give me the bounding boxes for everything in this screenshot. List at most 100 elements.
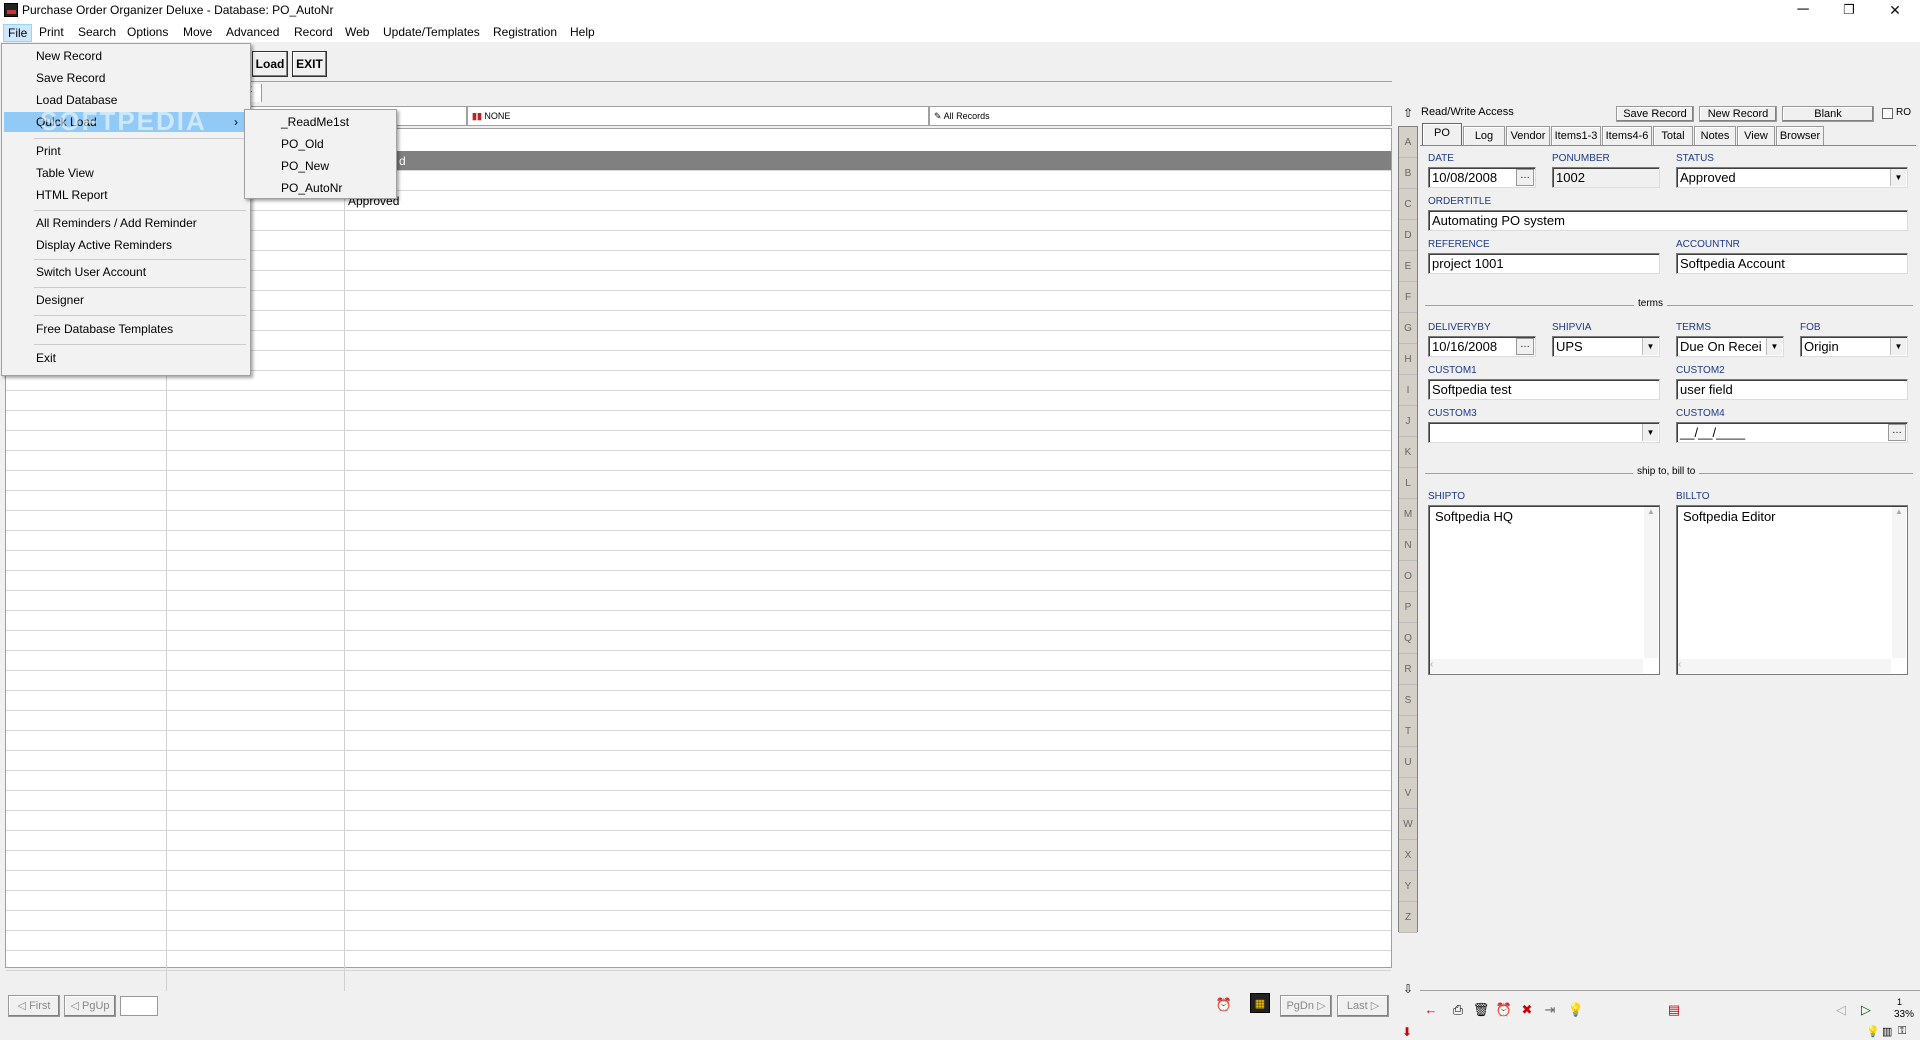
restore-button[interactable]: ❐: [1826, 0, 1872, 22]
trash-icon[interactable]: 🗑: [1471, 1000, 1491, 1020]
vertical-scrollbar[interactable]: ▲: [1892, 507, 1906, 658]
table-row[interactable]: [6, 691, 1391, 711]
menu-display-reminders[interactable]: Display Active Reminders: [4, 235, 248, 255]
shipvia-select[interactable]: UPS ▼: [1552, 336, 1660, 357]
grid-header-records[interactable]: ✎ All Records: [929, 106, 1392, 126]
custom2-field[interactable]: user field: [1676, 379, 1908, 400]
menu-print[interactable]: Print: [4, 141, 248, 161]
alpha-index-h[interactable]: H: [1399, 344, 1417, 375]
tab-notes[interactable]: Notes: [1694, 126, 1736, 146]
scroll-down-icon[interactable]: ⇩: [1399, 982, 1417, 1000]
menu-new-record[interactable]: New Record: [4, 46, 248, 66]
alpha-index-a[interactable]: A: [1399, 127, 1417, 158]
alpha-index-z[interactable]: Z: [1399, 902, 1417, 933]
menu-record[interactable]: Record: [290, 24, 337, 42]
alpha-index-t[interactable]: T: [1399, 716, 1417, 747]
record-number-input[interactable]: [120, 996, 158, 1016]
grid-header-filter[interactable]: ▮▮ NONE: [467, 106, 929, 126]
chevron-down-icon[interactable]: ▼: [1642, 424, 1658, 441]
table-row[interactable]: [6, 731, 1391, 751]
horizontal-scrollbar[interactable]: ‹: [1678, 659, 1891, 673]
table-row[interactable]: [6, 471, 1391, 491]
new-record-button[interactable]: New Record: [1699, 106, 1777, 122]
date-field[interactable]: 10/08/2008 …: [1428, 167, 1536, 188]
menu-designer[interactable]: Designer: [4, 290, 248, 310]
scroll-up-icon[interactable]: ⇧: [1399, 106, 1417, 124]
table-row[interactable]: [6, 391, 1391, 411]
tab-view[interactable]: View: [1737, 126, 1775, 146]
close-button[interactable]: ✕: [1872, 0, 1918, 22]
table-row[interactable]: [6, 771, 1391, 791]
ponumber-field[interactable]: 1002: [1552, 167, 1660, 188]
custom3-select[interactable]: ▼: [1428, 422, 1660, 443]
alpha-index-k[interactable]: K: [1399, 437, 1417, 468]
alpha-index-f[interactable]: F: [1399, 282, 1417, 313]
table-row[interactable]: [6, 871, 1391, 891]
alpha-index-e[interactable]: E: [1399, 251, 1417, 282]
table-row[interactable]: [6, 591, 1391, 611]
menu-table-view[interactable]: Table View: [4, 163, 248, 183]
table-row[interactable]: [6, 631, 1391, 651]
exit-button[interactable]: EXIT: [292, 51, 327, 77]
billto-textarea[interactable]: Softpedia Editor ▲ ‹: [1676, 505, 1908, 675]
back-arrow-icon[interactable]: ←: [1421, 1000, 1441, 1020]
custom4-field[interactable]: __/__/____ …: [1676, 422, 1908, 443]
table-row[interactable]: [6, 671, 1391, 691]
shipto-textarea[interactable]: Softpedia HQ ▲ ‹: [1428, 505, 1660, 675]
alpha-index-o[interactable]: O: [1399, 561, 1417, 592]
blank-button[interactable]: Blank: [1782, 106, 1874, 122]
table-row[interactable]: [6, 851, 1391, 871]
alpha-index-j[interactable]: J: [1399, 406, 1417, 437]
vertical-scrollbar[interactable]: ▲: [1644, 507, 1658, 658]
load-button[interactable]: Load: [252, 51, 288, 77]
table-row[interactable]: [6, 491, 1391, 511]
tab-po[interactable]: PO: [1422, 123, 1462, 146]
reminder-icon[interactable]: ⏰: [1494, 1000, 1514, 1020]
custom4-picker-button[interactable]: …: [1888, 424, 1906, 441]
table-row[interactable]: [6, 451, 1391, 471]
menu-move[interactable]: Move: [179, 24, 216, 42]
terms-select[interactable]: Due On Recei ▼: [1676, 336, 1784, 357]
deliveryby-picker-button[interactable]: …: [1516, 338, 1534, 355]
tab-items1-3[interactable]: Items1-3: [1551, 126, 1601, 146]
submenu-po-autonr[interactable]: PO_AutoNr: [247, 177, 394, 199]
accountnr-field[interactable]: Softpedia Account: [1676, 253, 1908, 274]
table-row[interactable]: [6, 811, 1391, 831]
table-row[interactable]: [6, 751, 1391, 771]
lightbulb-icon[interactable]: 💡: [1566, 1000, 1586, 1020]
first-button[interactable]: ◁ First: [8, 995, 60, 1017]
layout-icon[interactable]: ▤: [1664, 1000, 1684, 1020]
custom1-field[interactable]: Softpedia test: [1428, 379, 1660, 400]
pgup-button[interactable]: ◁ PgUp: [64, 995, 116, 1017]
table-row[interactable]: [6, 411, 1391, 431]
horizontal-scrollbar[interactable]: ‹: [1430, 659, 1643, 673]
tab-vendor[interactable]: Vendor: [1506, 126, 1550, 146]
deliveryby-field[interactable]: 10/16/2008 …: [1428, 336, 1536, 357]
alpha-index-g[interactable]: G: [1399, 313, 1417, 344]
menu-update-templates[interactable]: Update/Templates: [379, 24, 484, 42]
print-icon[interactable]: ⎙: [1448, 1000, 1468, 1020]
tab-total[interactable]: Total: [1653, 126, 1693, 146]
submenu-po-old[interactable]: PO_Old: [247, 133, 394, 155]
chevron-down-icon[interactable]: ▼: [1642, 338, 1658, 355]
alpha-index-x[interactable]: X: [1399, 840, 1417, 871]
alpha-index-w[interactable]: W: [1399, 809, 1417, 840]
table-row[interactable]: [6, 791, 1391, 811]
submenu-po-new[interactable]: PO_New: [247, 155, 394, 177]
last-button[interactable]: Last ▷: [1337, 995, 1389, 1017]
menu-help[interactable]: Help: [566, 24, 599, 42]
status-select[interactable]: Approved ▼: [1676, 167, 1908, 188]
alpha-index-d[interactable]: D: [1399, 220, 1417, 251]
table-row[interactable]: [6, 651, 1391, 671]
table-row[interactable]: [6, 571, 1391, 591]
table-row[interactable]: [6, 531, 1391, 551]
alpha-index-n[interactable]: N: [1399, 530, 1417, 561]
save-record-button[interactable]: Save Record: [1616, 106, 1694, 122]
ro-checkbox[interactable]: [1882, 108, 1893, 119]
alpha-index-v[interactable]: V: [1399, 778, 1417, 809]
menu-search[interactable]: Search: [74, 24, 120, 42]
table-row[interactable]: [6, 911, 1391, 931]
prev-record-icon[interactable]: ◁: [1831, 1000, 1851, 1020]
table-row[interactable]: [6, 891, 1391, 911]
alpha-index-p[interactable]: P: [1399, 592, 1417, 623]
